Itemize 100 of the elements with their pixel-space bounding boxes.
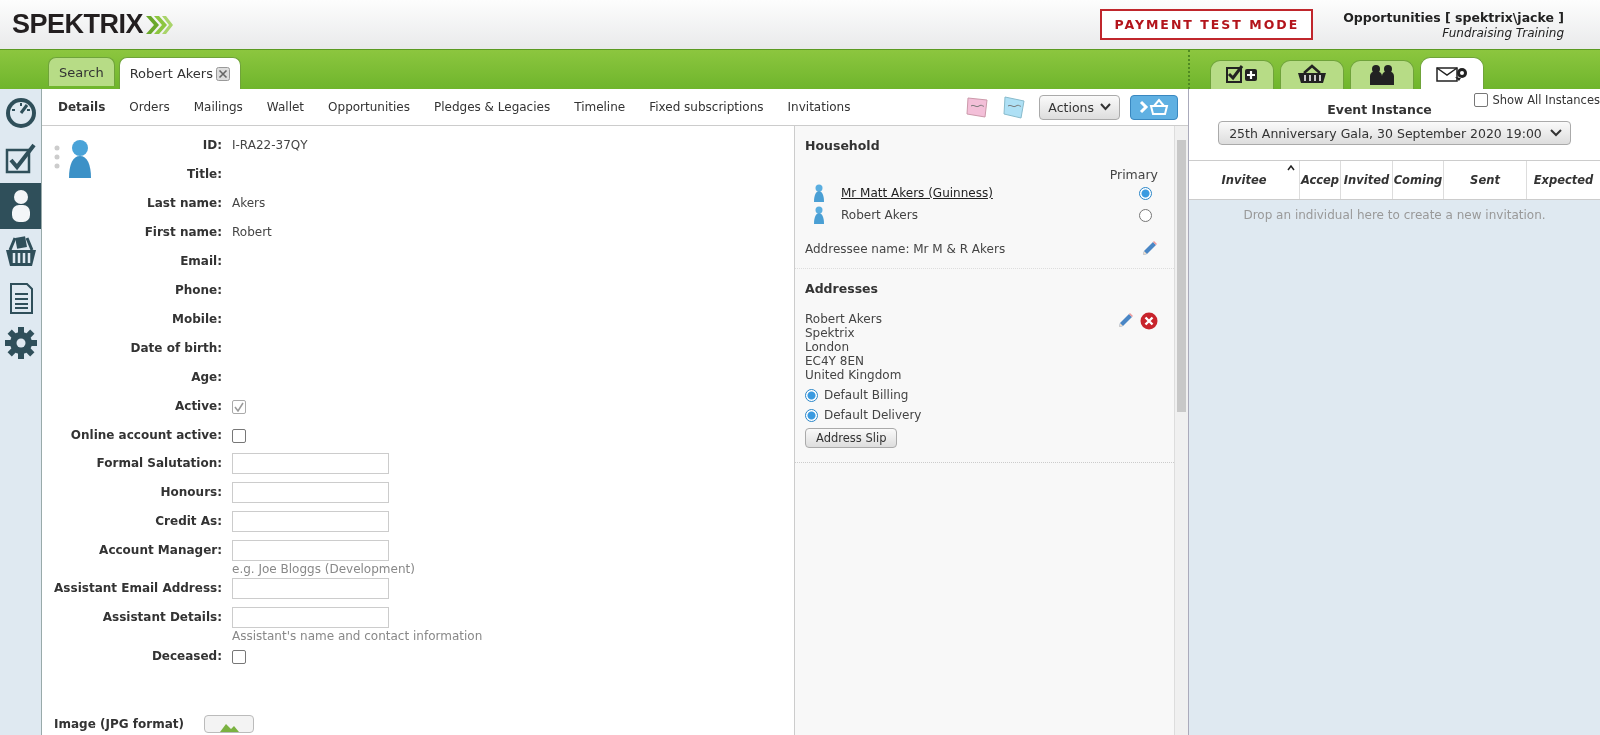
- caret-icon: [1100, 103, 1111, 111]
- field-label: Honours:: [159, 484, 222, 499]
- checkbox[interactable]: [232, 649, 246, 664]
- column-header[interactable]: Expected: [1527, 161, 1600, 199]
- user-title: Opportunities [ spektrix\jacke ]: [1343, 9, 1564, 25]
- panel-tab[interactable]: [1210, 60, 1274, 89]
- input-field[interactable]: [232, 482, 389, 503]
- field-label: Title:: [185, 166, 222, 181]
- radio-button[interactable]: [805, 408, 818, 422]
- field-label: Online account active:: [69, 427, 222, 442]
- subtab[interactable]: Opportunities: [328, 100, 410, 114]
- address-line: Spektrix: [805, 326, 856, 340]
- caret-icon: [1549, 129, 1562, 137]
- checkbox-label: Show All Instances: [1492, 93, 1600, 107]
- field-label: Formal Salutation:: [95, 455, 222, 470]
- panel-tab[interactable]: [1280, 60, 1344, 89]
- panel-tab[interactable]: [1350, 60, 1414, 89]
- field-label: ID:: [201, 137, 222, 152]
- field-label: Last name:: [146, 195, 222, 210]
- address-line: Robert Akers: [805, 312, 883, 326]
- person-icon: [813, 184, 825, 202]
- empty-message: Drop an individual here to create a new invitation.: [1243, 208, 1546, 222]
- radio-button[interactable]: [1139, 208, 1152, 222]
- settings-icon: [3, 326, 38, 362]
- radio-button[interactable]: [805, 388, 818, 402]
- edit-icon[interactable]: [1116, 312, 1134, 330]
- subtab[interactable]: Invitations: [787, 100, 851, 114]
- subtab[interactable]: Orders: [129, 100, 170, 114]
- section-title: Household: [805, 138, 881, 153]
- subtab[interactable]: Mailings: [193, 100, 243, 114]
- column-heading: Primary: [1109, 167, 1158, 182]
- payment-mode-badge: PAYMENT TEST MODE: [1100, 9, 1314, 40]
- input-field[interactable]: [232, 578, 389, 599]
- field-label: Mobile:: [171, 311, 222, 326]
- field-label: Assistant Email Address:: [53, 580, 222, 595]
- close-icon[interactable]: [216, 66, 230, 81]
- field-value: Robert: [232, 225, 272, 239]
- logo-chevrons-icon: [144, 13, 175, 36]
- field-label: Assistant Details:: [101, 609, 222, 624]
- radio-label: Default Billing: [824, 388, 909, 402]
- field-label: Email:: [179, 253, 222, 268]
- tasks-icon: [1225, 64, 1259, 86]
- actions-button[interactable]: Actions: [1039, 94, 1120, 120]
- input-field[interactable]: [232, 540, 389, 561]
- address-line: EC4Y 8EN: [805, 354, 865, 368]
- delete-icon[interactable]: [1140, 312, 1158, 330]
- logo: SPEKTRIX: [12, 9, 144, 40]
- event-instance-select[interactable]: 25th Anniversary Gala, 30 September 2020 19:00: [1218, 121, 1571, 145]
- address-slip-button[interactable]: Address Slip: [805, 428, 898, 448]
- field-label: Phone:: [173, 282, 222, 297]
- hint-text: e.g. Joe Bloggs (Development): [232, 562, 415, 576]
- subtab[interactable]: Wallet: [266, 100, 305, 114]
- input-field[interactable]: [232, 453, 389, 474]
- section-title: Addresses: [805, 281, 879, 296]
- tab[interactable]: Search: [48, 57, 115, 86]
- sort-icon: [1287, 165, 1295, 171]
- column-header[interactable]: Accep: [1300, 161, 1341, 199]
- member-link[interactable]: Mr Matt Akers (Guinness): [841, 186, 993, 200]
- column-header[interactable]: Coming: [1393, 161, 1444, 199]
- person-icon: [813, 206, 825, 224]
- scrollbar[interactable]: [1174, 126, 1188, 735]
- sidebar-item[interactable]: [0, 183, 41, 229]
- subtab[interactable]: Timeline: [574, 100, 626, 114]
- panel-tab[interactable]: [1420, 57, 1484, 89]
- field-value: Akers: [232, 196, 266, 210]
- field-label: Age:: [190, 369, 222, 384]
- input-field[interactable]: [232, 607, 389, 628]
- checkbox[interactable]: [232, 428, 246, 443]
- column-header[interactable]: Sent: [1444, 161, 1527, 199]
- basket-button[interactable]: [1130, 94, 1178, 120]
- basket-icon: [1295, 64, 1329, 86]
- image-icon: [217, 722, 240, 732]
- subtab[interactable]: Details: [58, 100, 106, 114]
- column-header[interactable]: Invitee: [1189, 161, 1300, 199]
- field-label: First name:: [143, 224, 222, 239]
- checkbox[interactable]: [1474, 93, 1489, 107]
- subtab[interactable]: Pledges & Legacies: [433, 100, 551, 114]
- addressee-name: Addressee name: Mr M & R Akers: [805, 242, 1006, 256]
- tab[interactable]: Robert Akers: [118, 57, 241, 89]
- field-label: Account Manager:: [98, 542, 222, 557]
- panel-title: Event Instance: [1327, 102, 1433, 117]
- address-line: United Kingdom: [805, 368, 902, 382]
- field-label: Deceased:: [150, 648, 222, 663]
- field-label: Active:: [174, 398, 222, 413]
- member-name: Robert Akers: [841, 208, 918, 222]
- subtab[interactable]: Fixed subscriptions: [649, 100, 764, 114]
- field-value: I-RA22-37QY: [232, 138, 308, 152]
- upload-button[interactable]: [203, 715, 254, 733]
- edit-icon[interactable]: [1140, 240, 1158, 258]
- input-field[interactable]: [232, 511, 389, 532]
- field-label: Image (JPG format): [54, 717, 184, 731]
- address-line: London: [805, 340, 850, 354]
- context-label: Fundraising Training: [1441, 25, 1564, 40]
- radio-label: Default Delivery: [824, 408, 922, 422]
- radio-button[interactable]: [1139, 186, 1152, 200]
- field-label: Date of birth:: [129, 340, 222, 355]
- column-header[interactable]: Invited: [1341, 161, 1393, 199]
- sticky-note-icon[interactable]: [1001, 95, 1028, 119]
- field-label: Credit As:: [154, 513, 222, 528]
- hint-text: Assistant's name and contact information: [232, 629, 483, 643]
